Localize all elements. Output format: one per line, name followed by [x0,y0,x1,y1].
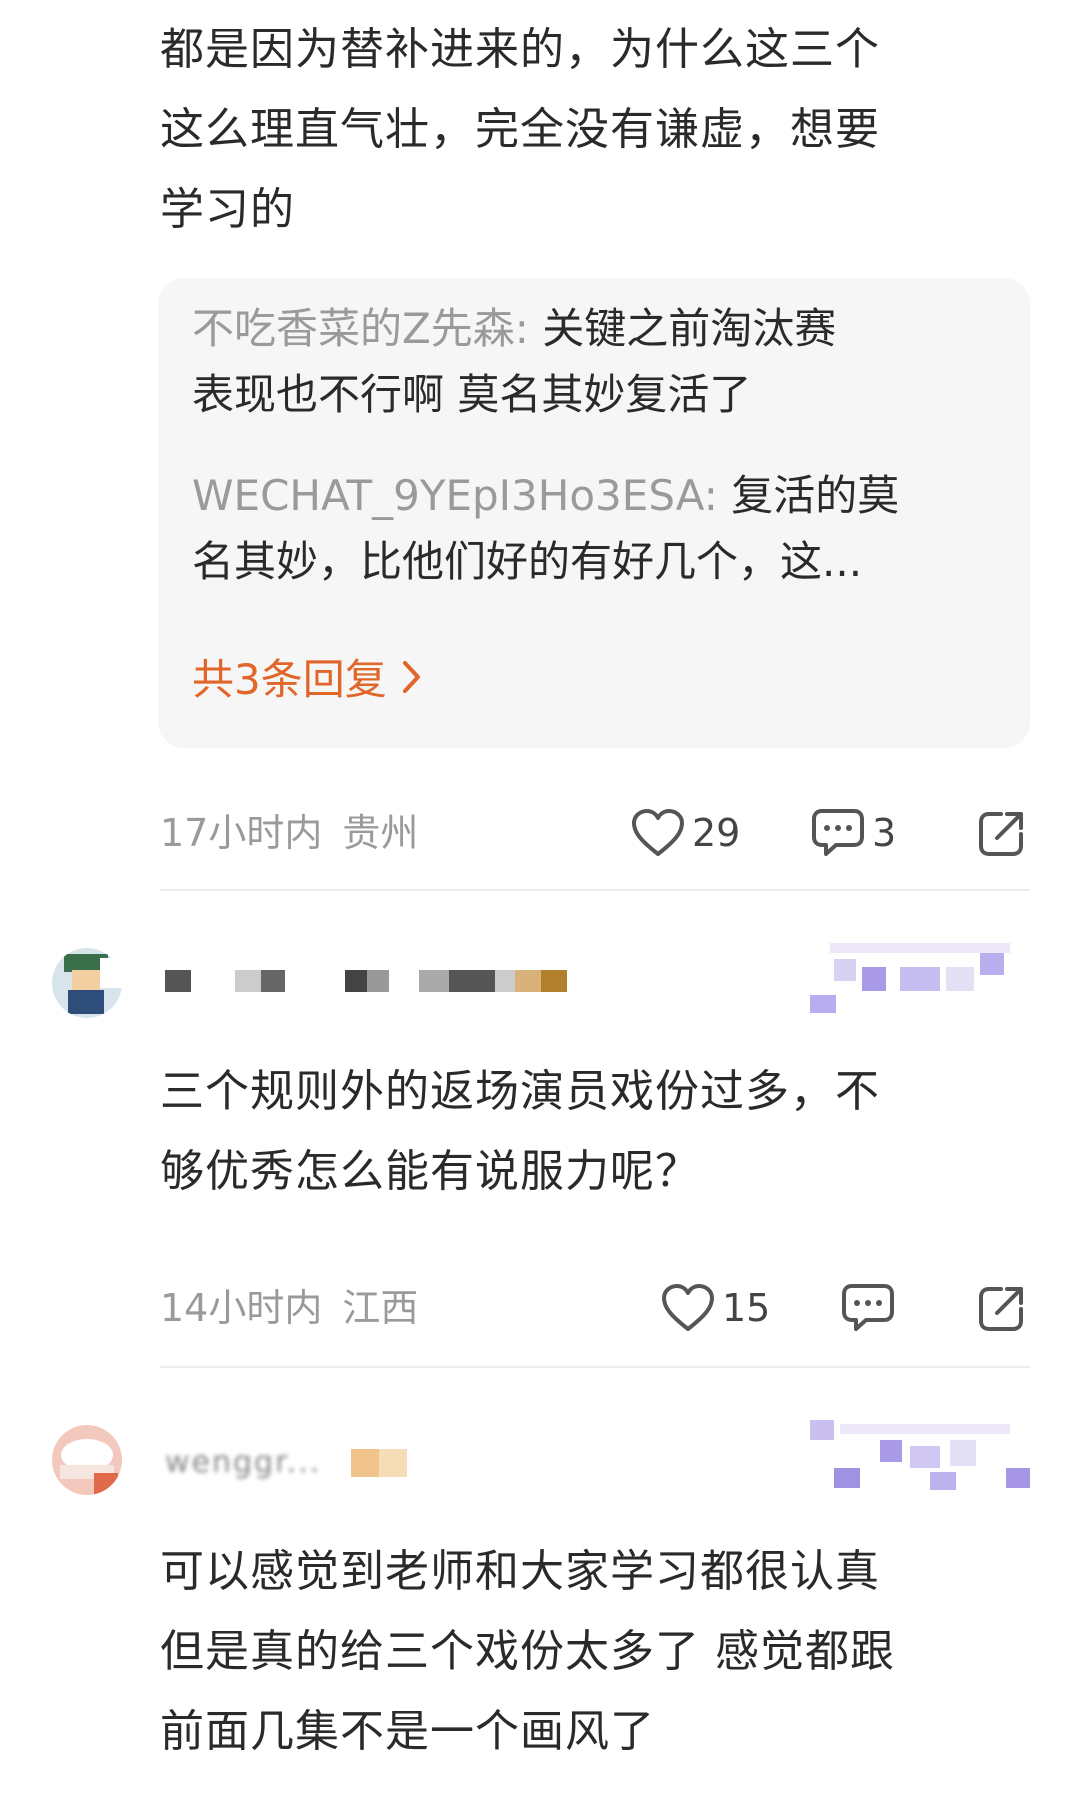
comment-3-line-1: 可以感觉到老师和大家学习都很认真 [160,1546,880,1597]
speech-bubble-icon [842,1284,894,1331]
reply-count: 3 [872,811,897,855]
comment-feed: 都是因为替补进来的，为什么这三个 这么理直气壮，完全没有谦虚，想要 学习的 不吃… [0,0,1078,1793]
comment-location: 贵州 [342,811,419,855]
comment-3-text: 可以感觉到老师和大家学习都很认真 但是真的给三个戏份太多了 感觉都跟 前面几集不… [160,1532,1000,1772]
comment-1-line-2: 这么理直气壮，完全没有谦虚，想要 [160,104,880,155]
comment-2-line-2: 够优秀怎么能有说服力呢？ [160,1146,700,1197]
divider [160,1366,1030,1368]
comment-1-meta: 17小时内 贵州 29 3 [160,803,1030,863]
comment-1-line-1: 都是因为替补进来的，为什么这三个 [160,24,880,75]
comment-2-line-1: 三个规则外的返场演员戏份过多，不 [160,1066,880,1117]
view-all-replies-link[interactable]: 共3条回复 [192,646,423,707]
comment-1-text: 都是因为替补进来的，为什么这三个 这么理直气壮，完全没有谦虚，想要 学习的 [160,10,1000,250]
speech-bubble-icon [812,809,864,856]
reply-author[interactable]: 不吃香菜的Z先森: [192,304,529,353]
like-count: 15 [722,1286,771,1330]
reply-button[interactable]: 3 [810,803,896,863]
comment-location: 江西 [342,1286,419,1330]
avatar[interactable] [52,948,122,1018]
divider [160,889,1030,891]
reply-item-1[interactable]: 不吃香菜的Z先森: 关键之前淘汰赛 表现也不行啊 莫名其妙复活了 [192,296,1002,428]
avatar[interactable] [52,1425,122,1495]
comment-3-line-2: 但是真的给三个戏份太多了 感觉都跟 [160,1626,895,1677]
like-count: 29 [692,811,741,855]
reply-text: 名其妙，比他们好的有好几个，这... [192,537,863,586]
chevron-right-icon [402,660,420,693]
user-badge-blurred [810,943,1030,1013]
comment-1-line-3: 学习的 [160,184,295,235]
like-button[interactable]: 29 [630,803,740,863]
comment-meta-info: 17小时内 贵州 [160,803,418,863]
comment-2-meta: 14小时内 江西 15 [160,1278,1030,1338]
heart-outline-icon [662,1284,714,1331]
reply-preview-box[interactable]: 不吃香菜的Z先森: 关键之前淘汰赛 表现也不行啊 莫名其妙复活了 WECHAT_… [158,278,1030,748]
comment-time: 14小时内 [160,1286,323,1330]
reply-text: 复活的莫 [717,471,900,520]
username-text: wenggr... [165,1445,322,1480]
username-blurred[interactable] [165,970,567,992]
share-arrow-icon [979,1287,1023,1331]
like-button[interactable]: 15 [660,1278,770,1338]
user-badge-blurred [810,1420,1030,1490]
share-button[interactable] [975,803,1029,863]
comment-meta-info: 14小时内 江西 [160,1278,418,1338]
username-blurred[interactable]: wenggr... [165,1445,408,1480]
share-arrow-icon [979,812,1023,856]
comment-2-text: 三个规则外的返场演员戏份过多，不 够优秀怎么能有说服力呢？ [160,1052,1000,1212]
reply-author[interactable]: WECHAT_9YEpI3Ho3ESA: [192,471,718,520]
more-replies-label: 共3条回复 [192,655,387,704]
reply-item-2[interactable]: WECHAT_9YEpI3Ho3ESA: 复活的莫 名其妙，比他们好的有好几个，… [192,463,1002,595]
comment-time: 17小时内 [160,811,323,855]
reply-text: 关键之前淘汰赛 [528,304,837,353]
share-button[interactable] [975,1278,1029,1338]
comment-3-line-3: 前面几集不是一个画风了 [160,1706,655,1757]
reply-button[interactable] [840,1278,896,1338]
heart-outline-icon [632,809,684,856]
reply-text: 表现也不行啊 莫名其妙复活了 [192,370,752,419]
